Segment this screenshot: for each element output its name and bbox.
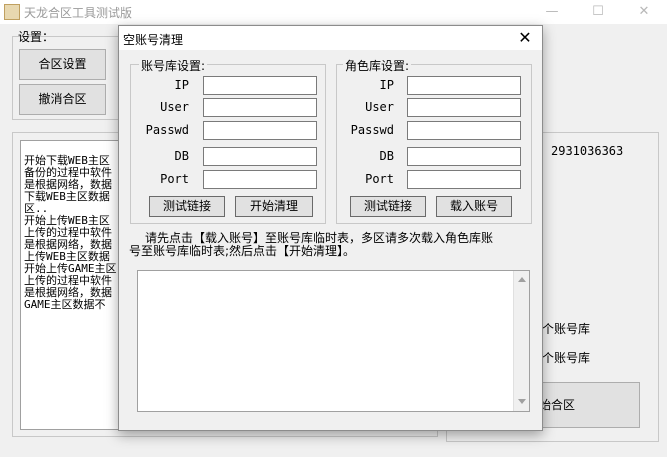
scroll-up-icon[interactable] xyxy=(518,277,526,282)
dialog-titlebar: 空账号清理 ✕ xyxy=(119,26,542,50)
role-passwd-input[interactable] xyxy=(407,121,521,140)
settings-label: 设置： xyxy=(18,30,55,44)
start-merge-label: 始合区 xyxy=(539,398,576,412)
maximize-icon[interactable]: ☐ xyxy=(575,0,621,24)
main-titlebar: 天龙合区工具测试版 — ☐ ✕ xyxy=(0,0,667,24)
role-port-input[interactable] xyxy=(407,170,521,189)
dialog-title: 空账号清理 xyxy=(123,33,184,47)
vertical-scrollbar[interactable] xyxy=(513,271,529,411)
role-user-label: User xyxy=(365,100,394,114)
role-port-label: Port xyxy=(365,172,394,186)
role-db-legend: 角色库设置: xyxy=(343,57,412,74)
start-cleanup-button[interactable]: 开始清理 xyxy=(235,196,313,217)
account-test-connection-button[interactable]: 测试链接 xyxy=(149,196,225,217)
account-ip-input[interactable] xyxy=(203,76,317,95)
instruction-line-2: 号至账号库临时表;然后点击【开始清理】。 xyxy=(129,244,356,258)
instruction-line-1: 请先点击【载入账号】至账号库临时表，多区请多次载入角色库账 xyxy=(145,231,494,245)
role-test-connection-button[interactable]: 测试链接 xyxy=(350,196,426,217)
account-passwd-label: Passwd xyxy=(145,123,189,137)
account-port-input[interactable] xyxy=(203,170,317,189)
log-line: GAME主区数据不 xyxy=(24,298,106,311)
role-db-label: DB xyxy=(379,149,394,163)
account-db-legend: 账号库设置: xyxy=(139,57,208,74)
close-icon[interactable]: ✕ xyxy=(621,0,667,24)
role-user-input[interactable] xyxy=(407,98,521,117)
main-window-title: 天龙合区工具测试版 xyxy=(24,6,133,20)
account-passwd-input[interactable] xyxy=(203,121,317,140)
empty-account-cleanup-dialog: 空账号清理 ✕ 账号库设置: IP User Passwd DB Port 测试… xyxy=(118,25,543,431)
account-db-label: DB xyxy=(174,149,189,163)
role-ip-input[interactable] xyxy=(407,76,521,95)
cancel-merge-button[interactable]: 撤消合区 xyxy=(19,84,106,115)
account-user-input[interactable] xyxy=(203,98,317,117)
app-icon xyxy=(4,4,20,20)
role-ip-label: IP xyxy=(379,78,394,92)
scroll-down-icon[interactable] xyxy=(518,399,526,404)
account-user-label: User xyxy=(160,100,189,114)
result-textarea[interactable] xyxy=(137,270,530,412)
merge-settings-button[interactable]: 合区设置 xyxy=(19,49,106,80)
dialog-close-icon[interactable]: ✕ xyxy=(508,26,542,50)
account-ip-label: IP xyxy=(174,78,189,92)
qq-number: 2931036363 xyxy=(551,144,624,158)
account-db-input[interactable] xyxy=(203,147,317,166)
role-passwd-label: Passwd xyxy=(350,123,394,137)
role-db-input[interactable] xyxy=(407,147,521,166)
account-port-label: Port xyxy=(160,172,189,186)
minimize-icon[interactable]: — xyxy=(529,0,575,24)
load-accounts-button[interactable]: 载入账号 xyxy=(436,196,512,217)
